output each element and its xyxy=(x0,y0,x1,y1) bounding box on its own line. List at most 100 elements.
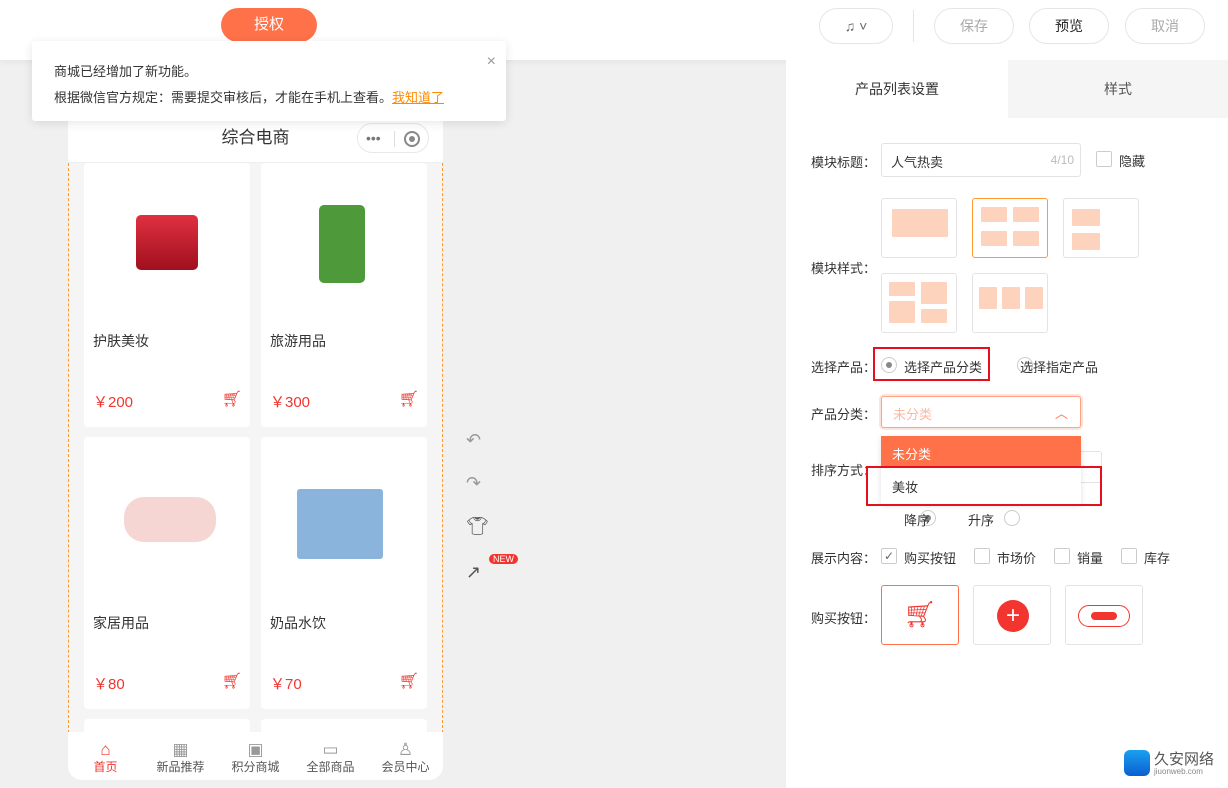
style-option-4[interactable] xyxy=(881,273,957,333)
nav-label: 首页 xyxy=(93,760,117,774)
sort-asc-label: 升序 xyxy=(968,510,994,529)
show-option-label: 库存 xyxy=(1144,548,1170,567)
support-button[interactable]: ♫ ˅ xyxy=(819,8,893,44)
tab-product-list[interactable]: 产品列表设置 xyxy=(786,60,1008,118)
style-option-3[interactable] xyxy=(1063,198,1139,258)
shirt-icon[interactable]: 👕︎ xyxy=(466,516,489,537)
cart-icon[interactable]: 🛒︎ xyxy=(222,671,242,691)
product-card[interactable]: 旅游用品 ￥300 🛒︎ xyxy=(261,163,427,427)
product-card[interactable]: 护肤美妆 ￥200 🛒︎ xyxy=(84,163,250,427)
product-price: ￥300 xyxy=(270,391,310,412)
select-product-label: 选择产品： xyxy=(811,357,876,376)
nav-all[interactable]: ▭ 全部商品 xyxy=(293,732,368,780)
cart-icon: 🛒︎ xyxy=(903,599,936,629)
phone-header: 综合电商 ••• xyxy=(68,118,443,163)
show-option-label: 销量 xyxy=(1077,548,1103,567)
hide-checkbox[interactable] xyxy=(1096,151,1112,167)
show-option-label: 市场价 xyxy=(997,548,1036,567)
char-count: 4/10 xyxy=(1051,153,1074,167)
buy-button-checkbox[interactable]: ✓ xyxy=(881,548,897,564)
plus-icon: + xyxy=(997,600,1029,632)
show-label: 展示内容： xyxy=(811,548,876,567)
product-image xyxy=(297,489,383,559)
redo-icon[interactable]: ↷ xyxy=(466,473,481,494)
save-button[interactable]: 保存 xyxy=(934,8,1014,44)
target-icon xyxy=(404,131,420,147)
product-name: 旅游用品 xyxy=(270,331,326,351)
style-option-1[interactable] xyxy=(881,198,957,258)
buy-style-plus[interactable]: + xyxy=(973,585,1051,645)
product-price: ￥200 xyxy=(93,391,133,412)
category-label: 产品分类： xyxy=(811,404,876,423)
nav-label: 积分商城 xyxy=(231,760,279,774)
grid-icon: ▦ xyxy=(143,736,218,758)
category-value: 未分类 xyxy=(893,407,932,422)
acknowledge-link[interactable]: 我知道了 xyxy=(392,90,444,105)
watermark-url: jiuonweb.com xyxy=(1154,767,1203,776)
notice-popup: 商城已经增加了新功能。 根据微信官方规定：需要提交审核后，才能在手机上查看。我知… xyxy=(32,41,506,121)
authorize-button[interactable]: 授权 xyxy=(221,8,317,42)
product-card[interactable]: 家居用品 ￥80 🛒︎ xyxy=(84,437,250,709)
style-label: 模块样式： xyxy=(811,258,876,277)
sort-desc-label: 降序 xyxy=(904,510,930,529)
highlight-box xyxy=(866,466,1102,506)
headset-icon: ♫ ˅ xyxy=(845,18,868,34)
title-value: 人气热卖 xyxy=(891,155,943,170)
bottom-nav: ⌂ 首页 ▦ 新品推荐 ▣ 积分商城 ▭ 全部商品 ♙ 会员中心 xyxy=(68,732,443,780)
tab-style[interactable]: 样式 xyxy=(1008,60,1228,118)
product-card[interactable]: 奶品水饮 ￥70 🛒︎ xyxy=(261,437,427,709)
product-name: 奶品水饮 xyxy=(270,613,326,633)
notice-line2: 根据微信官方规定：需要提交审核后，才能在手机上查看。 xyxy=(54,90,392,105)
product-name: 护肤美妆 xyxy=(93,331,149,351)
buy-style-pill[interactable] xyxy=(1065,585,1143,645)
watermark-logo xyxy=(1124,750,1150,776)
user-icon: ♙ xyxy=(368,736,443,758)
nav-member[interactable]: ♙ 会员中心 xyxy=(368,732,443,780)
product-name: 家居用品 xyxy=(93,613,149,633)
nav-label: 会员中心 xyxy=(381,760,429,774)
nav-points[interactable]: ▣ 积分商城 xyxy=(218,732,293,780)
style-option-5[interactable] xyxy=(972,273,1048,333)
watermark-name: 久安网络 xyxy=(1154,748,1214,769)
more-icon: ••• xyxy=(366,118,381,158)
product-price: ￥70 xyxy=(270,673,302,694)
cart-icon[interactable]: 🛒︎ xyxy=(399,389,419,409)
chevron-up-icon: ︿ xyxy=(1055,403,1068,422)
cart-icon[interactable]: 🛒︎ xyxy=(399,671,419,691)
nav-home[interactable]: ⌂ 首页 xyxy=(68,732,143,780)
sales-checkbox[interactable] xyxy=(1054,548,1070,564)
market-price-checkbox[interactable] xyxy=(974,548,990,564)
title-input[interactable]: 人气热卖 4/10 xyxy=(881,143,1081,177)
new-badge: NEW xyxy=(489,554,518,564)
dropdown-option[interactable]: 未分类 xyxy=(881,436,1081,468)
phone-title: 综合电商 xyxy=(222,128,290,147)
style-option-2[interactable] xyxy=(972,198,1048,258)
settings-panel: 产品列表设置 样式 模块标题： 人气热卖4/10 隐藏 模块样式： 选择产品： … xyxy=(786,60,1228,788)
radio-category-label: 选择产品分类 xyxy=(904,357,982,376)
title-label: 模块标题： xyxy=(811,152,876,171)
phone-preview: 综合电商 ••• 护肤美妆 ￥200 🛒︎ 旅游用品 ￥300 🛒︎ 家居用品 … xyxy=(68,118,443,780)
stock-checkbox[interactable] xyxy=(1121,548,1137,564)
gift-icon: ▣ xyxy=(218,736,293,758)
radio-specific-label: 选择指定产品 xyxy=(1020,357,1098,376)
cart-icon[interactable]: 🛒︎ xyxy=(222,389,242,409)
undo-icon[interactable]: ↶ xyxy=(466,430,481,451)
share-icon[interactable]: ↗ xyxy=(466,562,481,583)
nav-new[interactable]: ▦ 新品推荐 xyxy=(143,732,218,780)
preview-button[interactable]: 预览 xyxy=(1029,8,1109,44)
close-icon[interactable]: × xyxy=(487,49,496,75)
product-image xyxy=(136,215,198,270)
radio-asc[interactable] xyxy=(1004,510,1020,526)
radio-category[interactable] xyxy=(881,357,897,373)
notice-line1: 商城已经增加了新功能。 xyxy=(54,59,484,85)
wallet-icon: ▭ xyxy=(293,736,368,758)
buy-button-label: 购买按钮： xyxy=(811,608,876,627)
home-icon: ⌂ xyxy=(68,736,143,758)
nav-label: 新品推荐 xyxy=(156,760,204,774)
cancel-button[interactable]: 取消 xyxy=(1125,8,1205,44)
category-select[interactable]: 未分类 ︿ xyxy=(881,396,1081,428)
show-option-label: 购买按钮 xyxy=(904,548,956,567)
buy-style-cart[interactable]: 🛒︎ xyxy=(881,585,959,645)
nav-label: 全部商品 xyxy=(306,760,354,774)
capsule-menu[interactable]: ••• xyxy=(357,123,429,153)
